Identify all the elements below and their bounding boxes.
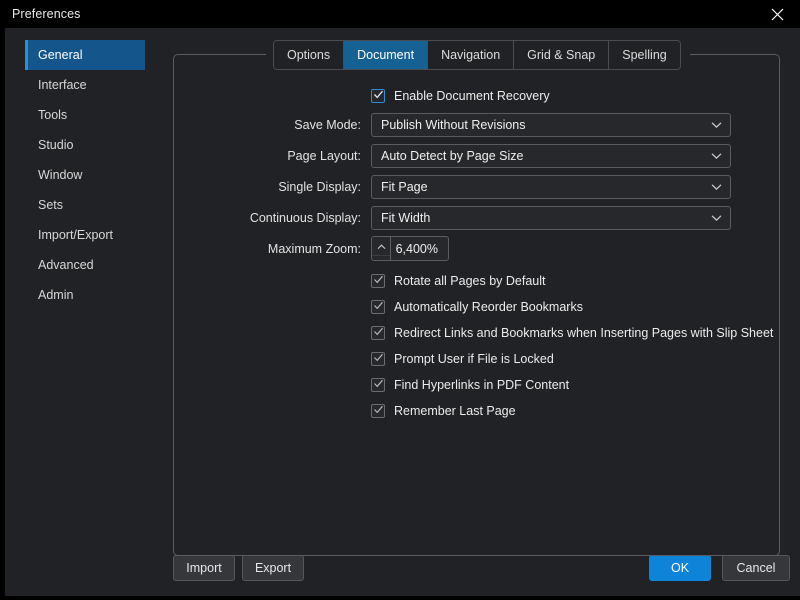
sidebar-item-label: Studio xyxy=(38,138,73,152)
tab-spelling[interactable]: Spelling xyxy=(609,41,679,69)
sidebar-item-admin[interactable]: Admin xyxy=(25,280,145,310)
close-icon xyxy=(771,8,784,21)
sidebar-item-advanced[interactable]: Advanced xyxy=(25,250,145,280)
tab-label: Grid & Snap xyxy=(527,48,595,62)
sidebar-item-tools[interactable]: Tools xyxy=(25,100,145,130)
tab-strip: Options Document Navigation Grid & Snap … xyxy=(273,40,681,70)
tab-document[interactable]: Document xyxy=(344,41,428,69)
sidebar-item-label: Sets xyxy=(38,198,63,212)
tab-grid-snap[interactable]: Grid & Snap xyxy=(514,41,609,69)
sidebar-item-sets[interactable]: Sets xyxy=(25,190,145,220)
import-button[interactable]: Import xyxy=(173,555,235,581)
tab-navigation[interactable]: Navigation xyxy=(428,41,514,69)
bottom-edge-strip xyxy=(0,596,800,600)
sidebar-item-label: Interface xyxy=(38,78,87,92)
preferences-dialog: Preferences General Interface Tools Stud… xyxy=(0,0,800,600)
sidebar-item-studio[interactable]: Studio xyxy=(25,130,145,160)
sidebar-item-label: Admin xyxy=(38,288,73,302)
cancel-button[interactable]: Cancel xyxy=(722,555,790,581)
tab-label: Document xyxy=(357,48,414,62)
dialog-footer: Import Export OK Cancel xyxy=(160,554,800,588)
export-button[interactable]: Export xyxy=(242,555,304,581)
window-title: Preferences xyxy=(12,7,81,21)
content-area: Options Document Navigation Grid & Snap … xyxy=(160,28,800,596)
tab-label: Options xyxy=(287,48,330,62)
sidebar-item-general[interactable]: General xyxy=(25,40,145,70)
sidebar-item-import-export[interactable]: Import/Export xyxy=(25,220,145,250)
tab-label: Spelling xyxy=(622,48,666,62)
sidebar-item-window[interactable]: Window xyxy=(25,160,145,190)
ok-button[interactable]: OK xyxy=(649,555,711,581)
close-button[interactable] xyxy=(754,0,800,28)
sidebar-item-label: Tools xyxy=(38,108,67,122)
sidebar-item-interface[interactable]: Interface xyxy=(25,70,145,100)
sidebar-item-label: Import/Export xyxy=(38,228,113,242)
sidebar: General Interface Tools Studio Window Se… xyxy=(5,28,160,596)
sidebar-item-label: General xyxy=(38,48,82,62)
tab-options[interactable]: Options xyxy=(274,41,344,69)
sidebar-item-label: Advanced xyxy=(38,258,94,272)
settings-group-panel xyxy=(173,54,780,556)
tab-label: Navigation xyxy=(441,48,500,62)
sidebar-item-label: Window xyxy=(38,168,82,182)
title-bar: Preferences xyxy=(0,0,800,28)
